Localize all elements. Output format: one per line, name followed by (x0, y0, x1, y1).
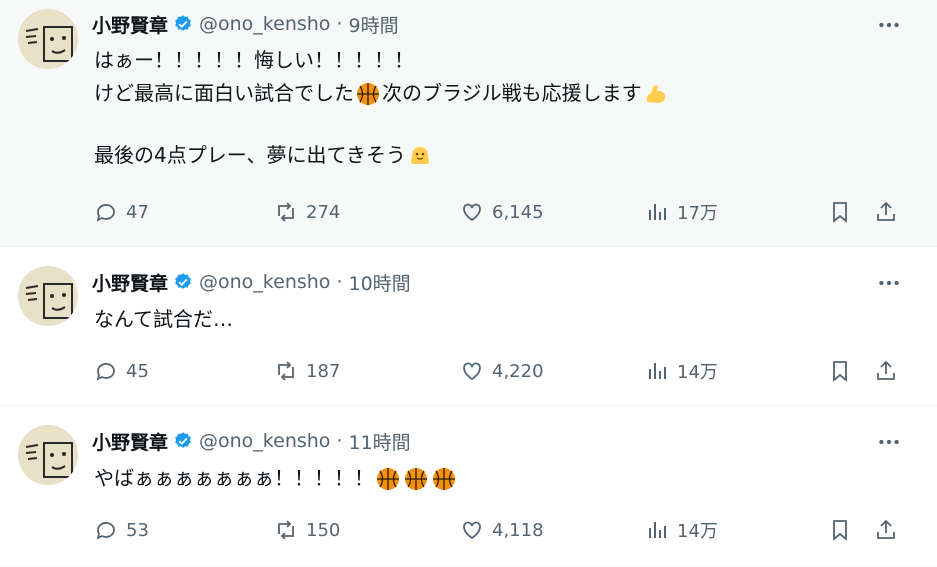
share-button[interactable] (874, 197, 906, 227)
reply-count: 53 (126, 519, 149, 541)
melting-face-emoji (410, 146, 429, 164)
verified-badge-icon (175, 15, 191, 31)
more-options-icon[interactable] (876, 270, 902, 296)
like-button[interactable]: 6,145 (460, 197, 544, 227)
reply-button[interactable]: 47 (94, 197, 149, 227)
analytics-icon (649, 363, 666, 379)
tweet-header: 小野賢章 @ono_kensho · 9時間 (92, 11, 399, 37)
action-bar: 47 274 6,145 17万 (94, 197, 914, 227)
share-icon (877, 519, 895, 539)
tweet-text: なんて試合だ… (94, 303, 233, 336)
views-button[interactable]: 14万 (645, 515, 718, 545)
reply-icon (96, 363, 115, 381)
reply-button[interactable]: 53 (94, 515, 149, 545)
text-segment: やばぁぁぁぁぁぁぁ！！！！！ (94, 466, 374, 490)
author-name[interactable]: 小野賢章 (92, 269, 168, 296)
bookmark-button[interactable] (828, 356, 860, 386)
basketball-emoji (433, 467, 455, 490)
text-segment: 次のブラジル戦も応援します (382, 81, 642, 105)
verified-badge-icon (175, 432, 191, 448)
bookmark-button[interactable] (828, 197, 860, 227)
basketball-emoji (377, 467, 399, 490)
reply-icon (96, 204, 115, 222)
text-segment: はぁー！！！！！悔しい！！！！！ (94, 48, 414, 72)
tweet-header: 小野賢章 @ono_kensho · 10時間 (92, 269, 411, 295)
heart-icon (463, 203, 481, 222)
timestamp[interactable]: 11時間 (348, 428, 410, 455)
author-handle[interactable]: @ono_kensho (199, 271, 330, 293)
tweet-text: やばぁぁぁぁぁぁぁ！！！！！ (94, 462, 458, 495)
analytics-icon (649, 204, 666, 220)
repost-count: 187 (306, 360, 341, 382)
like-count: 4,220 (492, 360, 544, 382)
avatar[interactable] (18, 425, 78, 485)
timestamp[interactable]: 10時間 (348, 269, 410, 296)
verified-badge-icon (175, 273, 191, 289)
repost-count: 150 (306, 519, 341, 541)
flexed-biceps-emoji (646, 84, 665, 103)
separator-dot: · (336, 271, 343, 293)
share-button[interactable] (874, 356, 906, 386)
tweet-line: やばぁぁぁぁぁぁぁ！！！！！ (94, 462, 458, 495)
reply-icon (96, 522, 115, 540)
repost-button[interactable]: 150 (274, 515, 340, 545)
analytics-icon (649, 522, 666, 538)
reply-count: 45 (126, 360, 149, 382)
bookmark-icon (833, 520, 847, 541)
tweet-line: なんて試合だ… (94, 303, 233, 336)
heart-icon (463, 521, 481, 540)
repost-button[interactable]: 187 (274, 356, 340, 386)
repost-icon (278, 361, 294, 381)
heart-icon (463, 362, 481, 381)
repost-icon (278, 520, 294, 540)
basketball-emoji (405, 467, 427, 490)
like-button[interactable]: 4,118 (460, 515, 544, 545)
action-bar: 53 150 4,118 14万 (94, 515, 914, 545)
views-button[interactable]: 14万 (645, 356, 718, 386)
share-icon (877, 201, 895, 221)
text-segment: 最後の4点プレー、夢に出てきそう (94, 143, 406, 167)
author-handle[interactable]: @ono_kensho (199, 430, 330, 452)
action-bar: 45 187 4,220 14万 (94, 356, 914, 386)
bookmark-icon (833, 202, 847, 223)
like-count: 4,118 (492, 519, 544, 541)
share-button[interactable] (874, 515, 906, 545)
author-name[interactable]: 小野賢章 (92, 428, 168, 455)
text-segment: なんて試合だ… (94, 307, 233, 331)
more-options-icon[interactable] (876, 429, 902, 455)
separator-dot: · (336, 430, 343, 452)
tweet[interactable]: 小野賢章 @ono_kensho · 9時間 はぁー！！！！！悔しい！！！！！ … (0, 0, 937, 247)
view-count: 17万 (677, 203, 718, 224)
views-button[interactable]: 17万 (645, 197, 718, 227)
repost-count: 274 (306, 201, 341, 223)
repost-button[interactable]: 274 (274, 197, 340, 227)
avatar[interactable] (18, 266, 78, 326)
timestamp[interactable]: 9時間 (348, 11, 398, 38)
repost-icon (278, 202, 294, 222)
tweet-line: 最後の4点プレー、夢に出てきそう (94, 139, 670, 172)
like-button[interactable]: 4,220 (460, 356, 544, 386)
reply-button[interactable]: 45 (94, 356, 149, 386)
separator-dot: · (336, 13, 343, 35)
reply-count: 47 (126, 201, 149, 223)
bookmark-button[interactable] (828, 515, 860, 545)
view-count: 14万 (677, 362, 718, 383)
tweet[interactable]: 小野賢章 @ono_kensho · 10時間 なんて試合だ… 45 187 4… (0, 248, 937, 406)
tweet-line: はぁー！！！！！悔しい！！！！！ (94, 44, 670, 77)
text-segment: けど最高に面白い試合でした (94, 81, 354, 105)
share-icon (877, 360, 895, 380)
like-count: 6,145 (492, 201, 544, 223)
tweet-header: 小野賢章 @ono_kensho · 11時間 (92, 428, 411, 454)
view-count: 14万 (677, 521, 718, 542)
basketball-emoji (357, 82, 379, 105)
author-handle[interactable]: @ono_kensho (199, 13, 330, 35)
author-name[interactable]: 小野賢章 (92, 11, 168, 38)
bookmark-icon (833, 361, 847, 382)
tweet[interactable]: 小野賢章 @ono_kensho · 11時間 やばぁぁぁぁぁぁぁ！！！！！ 5… (0, 407, 937, 567)
avatar[interactable] (18, 9, 78, 69)
more-options-icon[interactable] (876, 12, 902, 38)
tweet-text: はぁー！！！！！悔しい！！！！！ けど最高に面白い試合でした 次のブラジル戦も応… (94, 44, 670, 172)
tweet-line: けど最高に面白い試合でした 次のブラジル戦も応援します (94, 77, 670, 110)
